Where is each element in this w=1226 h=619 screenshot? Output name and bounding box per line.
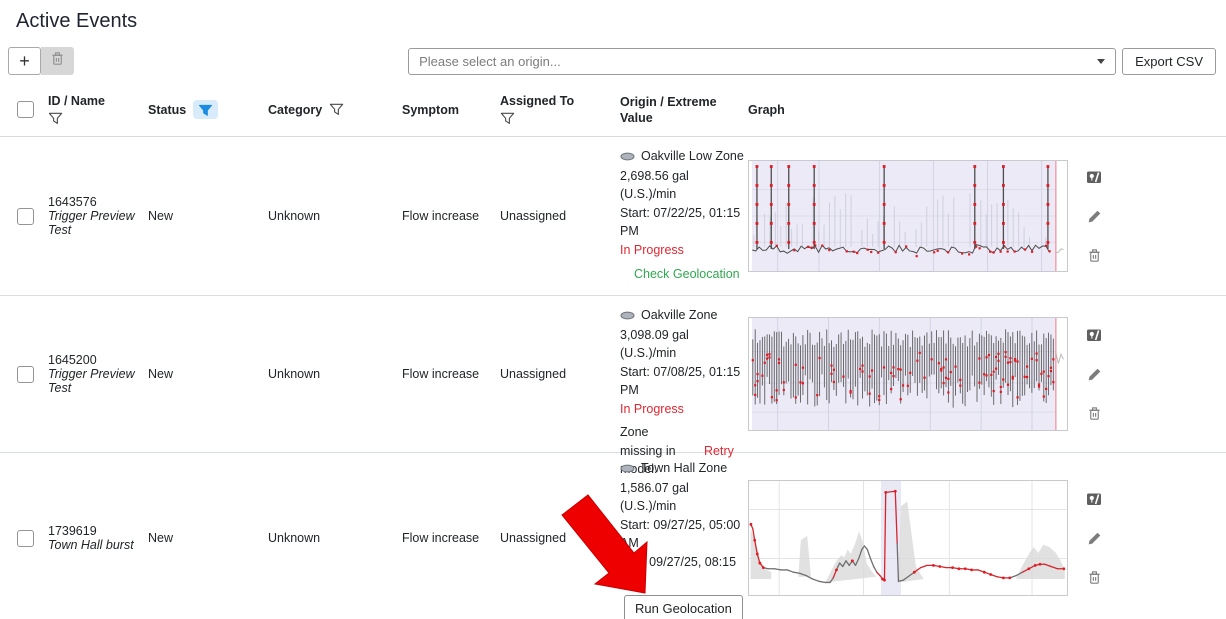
add-event-button[interactable]: + — [8, 47, 41, 75]
origin-state: In Progress — [620, 400, 744, 419]
column-category: Category — [268, 103, 322, 117]
geolocation-map-icon[interactable] — [1086, 327, 1102, 343]
row-checkbox[interactable] — [17, 366, 34, 383]
event-status: New — [148, 209, 268, 223]
delete-events-button[interactable] — [41, 47, 74, 75]
delete-icon[interactable] — [1087, 248, 1102, 263]
column-origin: Origin / Extreme Value — [620, 95, 717, 125]
origin-end: End: 09/27/25, 08:15 AM — [620, 553, 744, 590]
status-filter-icon[interactable] — [193, 100, 218, 119]
run-geolocation-button[interactable]: Run Geolocation — [624, 595, 743, 619]
toolbar-button-group: + — [8, 47, 74, 75]
event-origin-cell: Town Hall Zone 1,586.07 gal (U.S.)/min S… — [620, 453, 748, 619]
event-category: Unknown — [268, 531, 402, 545]
origin-extreme-value: 1,586.07 gal (U.S.)/min — [620, 479, 744, 516]
select-all-checkbox[interactable] — [17, 101, 34, 118]
event-symptom: Flow increase — [402, 531, 500, 545]
zone-icon — [620, 307, 635, 326]
origin-start: Start: 07/22/25, 01:15 PM — [620, 204, 744, 241]
edit-icon[interactable] — [1087, 531, 1102, 546]
event-status: New — [148, 531, 268, 545]
event-category: Unknown — [268, 209, 402, 223]
table-header: ID / Name Status Category Symptom — [0, 83, 1226, 137]
category-filter-icon[interactable] — [329, 102, 344, 117]
column-symptom: Symptom — [402, 103, 459, 117]
zone-icon — [620, 460, 635, 479]
export-csv-button[interactable]: Export CSV — [1122, 48, 1216, 75]
column-status: Status — [148, 103, 186, 117]
id-filter-icon[interactable] — [48, 111, 63, 126]
column-id-name: ID / Name — [48, 94, 105, 108]
event-graph[interactable] — [748, 160, 1068, 272]
event-origin-cell: Oakville Zone 3,098.09 gal (U.S.)/min St… — [620, 296, 748, 452]
event-id: 1739619 — [48, 524, 140, 538]
event-status: New — [148, 367, 268, 381]
event-symptom: Flow increase — [402, 209, 500, 223]
toolbar: + Please select an origin... Export CSV — [8, 47, 1216, 75]
trash-icon — [50, 51, 65, 71]
column-graph: Graph — [748, 103, 785, 117]
event-origin-cell: Oakville Low Zone 2,698.56 gal (U.S.)/mi… — [620, 137, 748, 295]
geolocation-map-icon[interactable] — [1086, 169, 1102, 185]
event-name: Trigger Preview Test — [48, 209, 140, 237]
event-id: 1645200 — [48, 353, 140, 367]
origin-select-placeholder: Please select an origin... — [419, 54, 1089, 69]
row-actions — [1086, 169, 1102, 263]
chevron-down-icon — [1097, 59, 1105, 64]
event-id: 1643576 — [48, 195, 140, 209]
geolocation-map-icon[interactable] — [1086, 491, 1102, 507]
event-graph[interactable] — [748, 317, 1068, 431]
row-checkbox[interactable] — [17, 530, 34, 547]
delete-icon[interactable] — [1087, 406, 1102, 421]
event-graph[interactable] — [748, 480, 1068, 596]
origin-extreme-value: 2,698.56 gal (U.S.)/min — [620, 167, 744, 204]
row-actions — [1086, 327, 1102, 421]
origin-select[interactable]: Please select an origin... — [408, 48, 1116, 75]
event-assigned-to: Unassigned — [500, 367, 620, 381]
event-assigned-to: Unassigned — [500, 209, 620, 223]
table-row: 1739619 Town Hall burst New Unknown Flow… — [0, 453, 1226, 619]
event-assigned-to: Unassigned — [500, 531, 620, 545]
origin-zone: Oakville Low Zone — [641, 149, 744, 163]
table-row: 1643576 Trigger Preview Test New Unknown… — [0, 137, 1226, 296]
origin-extreme-value: 3,098.09 gal (U.S.)/min — [620, 326, 744, 363]
event-name: Town Hall burst — [48, 538, 140, 552]
event-name: Trigger Preview Test — [48, 367, 140, 395]
origin-start: Start: 09/27/25, 05:00 AM — [620, 516, 744, 553]
row-checkbox[interactable] — [17, 208, 34, 225]
edit-icon[interactable] — [1087, 209, 1102, 224]
event-category: Unknown — [268, 367, 402, 381]
table-row: 1645200 Trigger Preview Test New Unknown… — [0, 296, 1226, 453]
zone-icon — [620, 148, 635, 167]
origin-state: In Progress — [620, 241, 744, 260]
origin-start: Start: 07/08/25, 01:15 PM — [620, 363, 744, 400]
delete-icon[interactable] — [1087, 570, 1102, 585]
row-actions — [1086, 491, 1102, 585]
check-geolocation-link[interactable]: Check Geolocation — [634, 265, 740, 284]
column-assigned-to: Assigned To — [500, 94, 574, 108]
event-symptom: Flow increase — [402, 367, 500, 381]
edit-icon[interactable] — [1087, 367, 1102, 382]
assigned-filter-icon[interactable] — [500, 111, 515, 126]
active-events-page: Active Events + Please select an origin.… — [0, 0, 1226, 619]
origin-zone: Town Hall Zone — [641, 461, 727, 475]
page-title: Active Events — [16, 10, 1226, 33]
origin-zone: Oakville Zone — [641, 308, 717, 322]
